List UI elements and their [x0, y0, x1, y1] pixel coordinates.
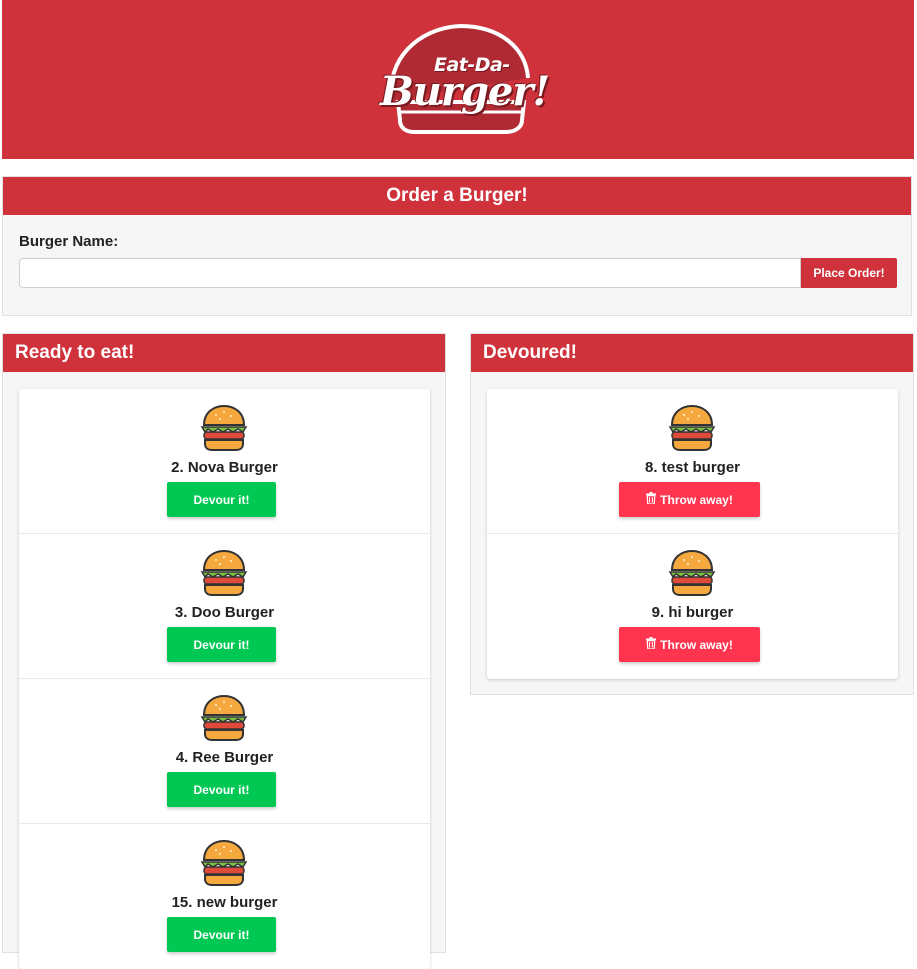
burger-name: 4. Ree Burger [175, 749, 274, 766]
devoured-burger-item: 8. test burger Throw away! [487, 389, 898, 534]
devoured-burger-list: 8. test burger Throw away! 9. hi burger Th… [487, 389, 898, 679]
devour-button[interactable]: Devour it! [167, 917, 276, 952]
ready-burger-item: 2. Nova Burger Devour it! [19, 389, 430, 534]
burger-name: 8. test burger [644, 459, 741, 476]
devour-button[interactable]: Devour it! [167, 772, 276, 807]
ready-to-eat-panel: Ready to eat! 2. Nova Burger Devour it! 3… [2, 333, 446, 969]
order-form-card: Order a Burger! Burger Name: Place Order… [2, 176, 912, 316]
ready-burger-item: 15. new burger Devour it! [19, 824, 430, 969]
throw-away-button[interactable]: Throw away! [619, 482, 760, 517]
burger-name: 2. Nova Burger [171, 459, 278, 476]
devour-button-label: Devour it! [193, 637, 250, 652]
throw-away-button-label: Throw away! [660, 493, 733, 507]
devoured-title: Devoured! [471, 334, 913, 372]
devour-button-label: Devour it! [193, 927, 250, 942]
ready-burger-list: 2. Nova Burger Devour it! 3. Doo Burger De… [19, 389, 430, 969]
burger-icon [200, 404, 248, 451]
site-header: Eat-Da- Burger! [2, 0, 914, 159]
burger-name: 3. Doo Burger [174, 604, 275, 621]
devour-button[interactable]: Devour it! [167, 627, 276, 662]
burger-name: 15. new burger [171, 894, 278, 911]
trash-icon [646, 637, 657, 652]
order-form-title: Order a Burger! [3, 177, 911, 215]
devour-button[interactable]: Devour it! [167, 482, 276, 517]
burger-name-label: Burger Name: [19, 233, 119, 250]
place-order-button[interactable]: Place Order! [801, 258, 897, 288]
burger-name-input[interactable] [19, 258, 801, 288]
ready-to-eat-title: Ready to eat! [3, 334, 445, 372]
ready-burger-item: 4. Ree Burger Devour it! [19, 679, 430, 824]
devour-button-label: Devour it! [193, 492, 250, 507]
burger-icon [200, 694, 248, 741]
throw-away-button[interactable]: Throw away! [619, 627, 760, 662]
ready-burger-item: 3. Doo Burger Devour it! [19, 534, 430, 679]
devoured-panel: Devoured! 8. test burger Throw away! 9. h… [470, 333, 914, 695]
throw-away-button-label: Throw away! [660, 638, 733, 652]
burger-icon [200, 549, 248, 596]
burger-icon [668, 549, 716, 596]
eat-da-burger-logo: Eat-Da- Burger! [378, 20, 550, 138]
devoured-burger-item: 9. hi burger Throw away! [487, 534, 898, 679]
burger-icon [200, 839, 248, 886]
burger-icon [668, 404, 716, 451]
logo-text-main: Burger! [380, 68, 550, 115]
burger-name: 9. hi burger [651, 604, 734, 621]
trash-icon [646, 492, 657, 507]
devour-button-label: Devour it! [193, 782, 250, 797]
